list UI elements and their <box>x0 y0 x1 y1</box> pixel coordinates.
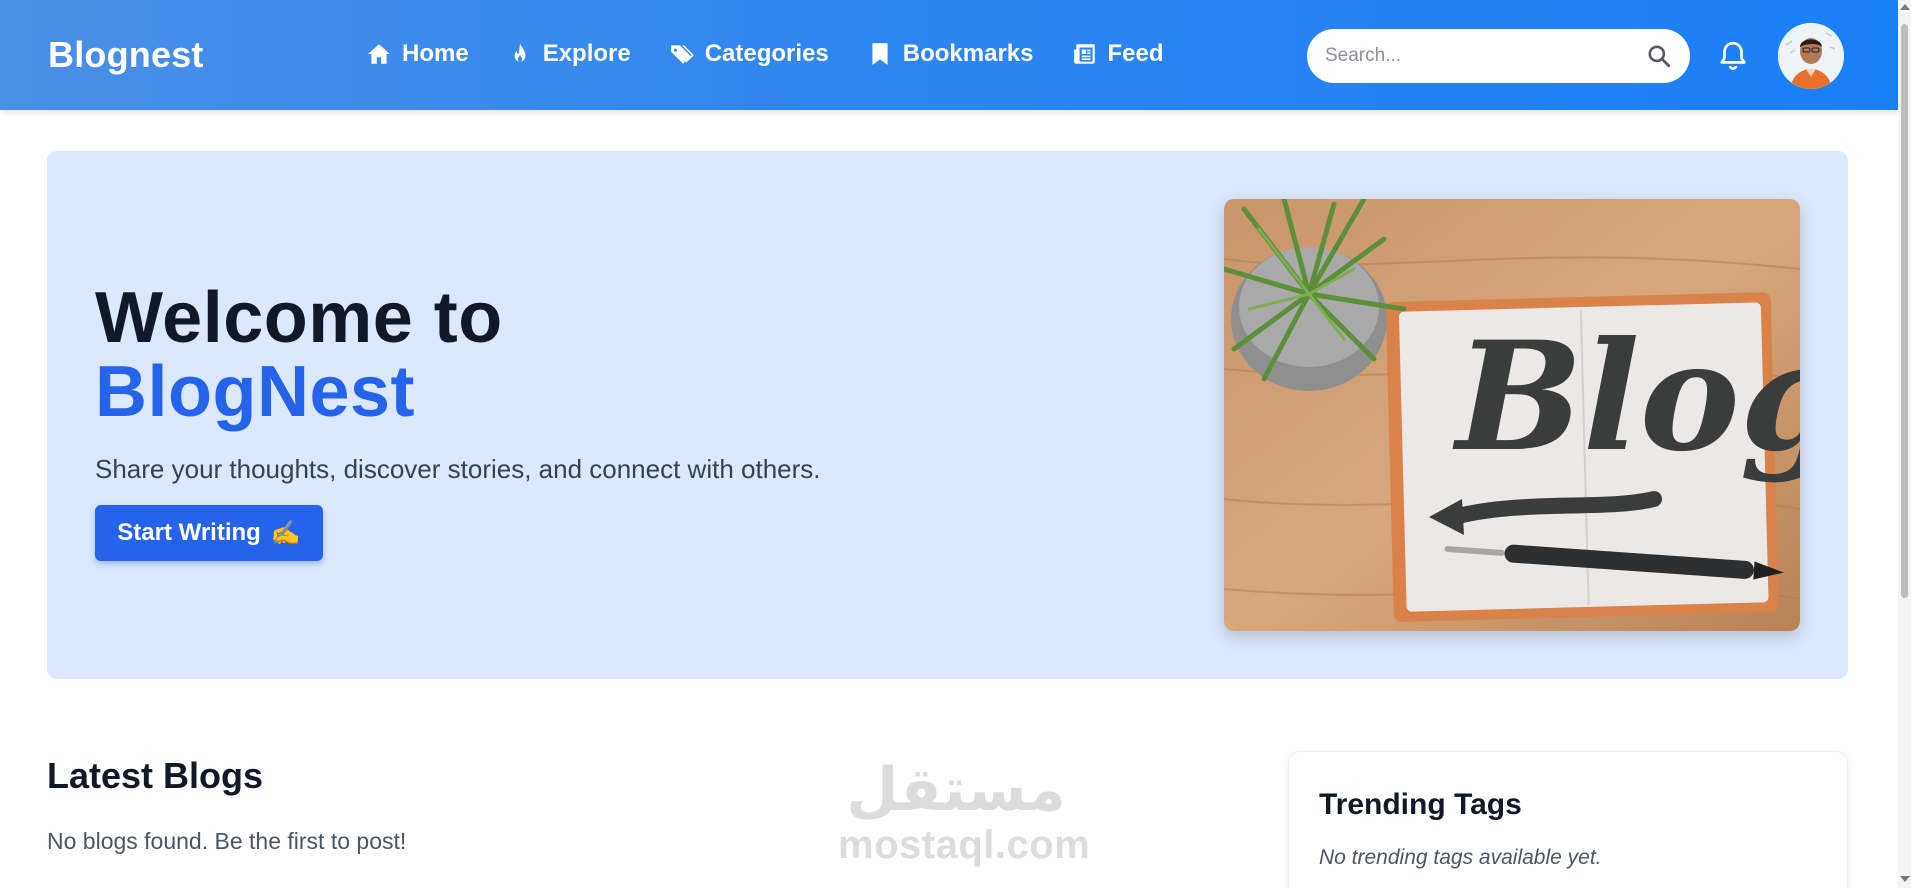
search-bar <box>1307 29 1690 83</box>
nav-item-home[interactable]: Home <box>366 40 469 68</box>
trending-tags-empty-message: No trending tags available yet. <box>1319 846 1602 869</box>
nav-item-bookmarks[interactable]: Bookmarks <box>867 40 1034 68</box>
watermark-text: mostaql.com <box>838 823 1091 867</box>
brand-logo[interactable]: Blognest <box>48 34 204 76</box>
flame-icon <box>514 43 526 62</box>
home-icon <box>368 44 390 64</box>
trending-tags-card: Trending Tags No trending tags available… <box>1288 751 1848 888</box>
page: Blognest Home Explore Categories Bookmar… <box>0 0 1911 888</box>
start-writing-button[interactable]: Start Writing ✍️ <box>95 505 323 561</box>
start-writing-label: Start Writing <box>117 519 261 546</box>
nav-item-label: Home <box>402 40 469 67</box>
hero-title-brand: BlogNest <box>95 352 416 432</box>
page-scrollbar[interactable] <box>1898 0 1911 888</box>
top-navbar: Blognest Home Explore Categories Bookmar… <box>0 0 1898 110</box>
newspaper-icon <box>1073 44 1095 64</box>
user-photo <box>1778 23 1844 89</box>
avatar[interactable] <box>1778 23 1844 89</box>
nav-item-label: Feed <box>1107 40 1164 67</box>
watermark-arabic: مستقل <box>846 755 1065 822</box>
latest-blogs-empty-message: No blogs found. Be the first to post! <box>47 828 407 854</box>
notebook-lettering: Blog <box>1452 309 1800 485</box>
nav-item-label: Bookmarks <box>902 40 1034 67</box>
latest-blogs-heading: Latest Blogs <box>47 755 264 796</box>
hero-image: Blog <box>1224 199 1800 631</box>
mostaql-watermark: مستقل mostaql.com <box>838 752 1091 868</box>
mostaql-logo: مستقل <box>846 755 1065 825</box>
nav-item-label: Categories <box>704 40 829 67</box>
search-input[interactable] <box>1325 45 1646 67</box>
nav-item-categories[interactable]: Categories <box>669 40 829 68</box>
scroll-down-arrow-icon[interactable] <box>1900 876 1910 882</box>
tags-icon <box>670 45 694 64</box>
writing-hand-icon: ✍️ <box>270 519 301 547</box>
scroll-up-arrow-icon[interactable] <box>1900 4 1910 10</box>
scroll-thumb[interactable] <box>1901 24 1908 598</box>
trending-tags-heading: Trending Tags <box>1319 788 1522 821</box>
nav-item-label: Explore <box>542 40 631 67</box>
main-nav: Home Explore Categories Bookmarks Feed <box>366 40 1164 68</box>
hero-subtitle: Share your thoughts, discover stories, a… <box>95 454 821 484</box>
hero-title: Welcome to BlogNest <box>95 281 503 429</box>
search-icon[interactable] <box>1646 43 1672 69</box>
bookmark-icon <box>872 43 888 65</box>
bell-icon[interactable] <box>1716 38 1750 74</box>
nav-item-explore[interactable]: Explore <box>507 40 631 68</box>
hero-section: Welcome to BlogNest Share your thoughts,… <box>47 151 1848 679</box>
hero-title-line1: Welcome to <box>95 278 503 358</box>
blog-notebook-illustration: Blog <box>1224 199 1800 631</box>
nav-item-feed[interactable]: Feed <box>1072 40 1164 68</box>
